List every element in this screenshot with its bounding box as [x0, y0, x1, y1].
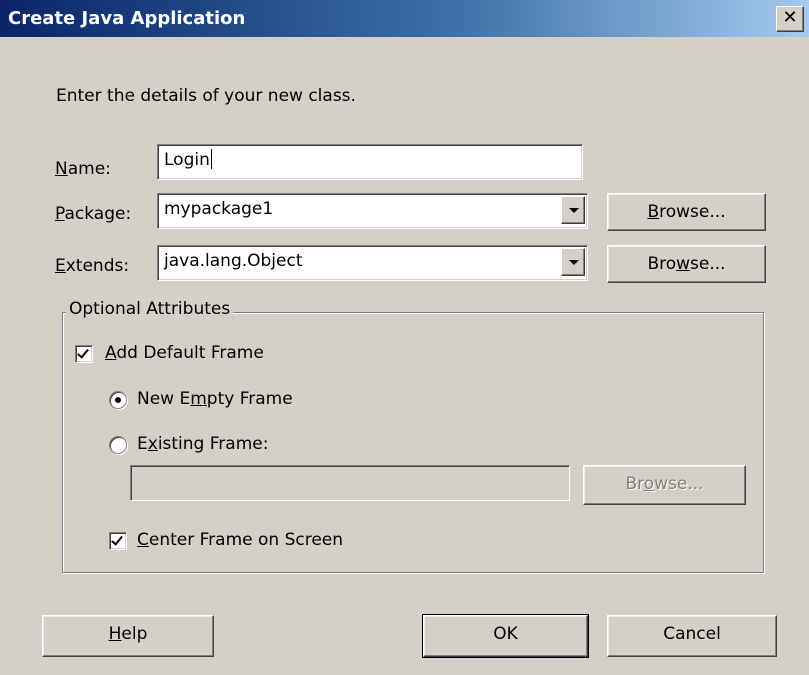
- existing-frame-label[interactable]: Existing Frame:: [137, 434, 268, 454]
- extends-dropdown-icon[interactable]: [561, 248, 585, 276]
- package-browse-button[interactable]: Browse...: [607, 193, 766, 231]
- title-bar: Create Java Application ✕: [0, 0, 809, 40]
- intro-text: Enter the details of your new class.: [56, 86, 356, 106]
- radio-dot-icon: [115, 397, 121, 403]
- extends-label: Extends:: [55, 256, 130, 276]
- add-default-frame-label[interactable]: Add Default Frame: [105, 343, 264, 363]
- help-button[interactable]: Help: [42, 615, 214, 657]
- center-frame-label[interactable]: Center Frame on Screen: [137, 530, 343, 550]
- existing-frame-browse-button[interactable]: Browse...: [583, 465, 746, 505]
- checkmark-icon: [111, 533, 123, 546]
- existing-frame-radio[interactable]: [109, 436, 127, 454]
- name-label: Name:: [55, 159, 111, 179]
- package-value: mypackage1: [164, 199, 274, 219]
- center-frame-checkbox[interactable]: [109, 532, 127, 550]
- extends-value: java.lang.Object: [164, 251, 303, 271]
- extends-combo[interactable]: java.lang.Object: [157, 245, 588, 281]
- extends-browse-button[interactable]: Browse...: [607, 245, 766, 283]
- package-combo[interactable]: mypackage1: [157, 193, 588, 229]
- new-empty-frame-radio[interactable]: [109, 391, 127, 409]
- cancel-button[interactable]: Cancel: [607, 615, 777, 657]
- name-value: Login: [164, 150, 210, 170]
- window-title: Create Java Application: [8, 8, 246, 29]
- close-button[interactable]: ✕: [776, 6, 804, 32]
- name-field[interactable]: Login: [157, 144, 583, 180]
- add-default-frame-checkbox[interactable]: [75, 345, 93, 363]
- text-cursor: [210, 149, 212, 169]
- close-icon: ✕: [782, 7, 798, 28]
- new-empty-frame-label[interactable]: New Empty Frame: [137, 389, 293, 409]
- package-label: Package:: [55, 204, 132, 224]
- checkmark-icon: [77, 346, 89, 359]
- ok-button[interactable]: OK: [422, 614, 589, 658]
- package-dropdown-icon[interactable]: [561, 196, 585, 224]
- optional-attributes-legend: Optional Attributes: [66, 299, 234, 319]
- existing-frame-field[interactable]: [130, 465, 570, 501]
